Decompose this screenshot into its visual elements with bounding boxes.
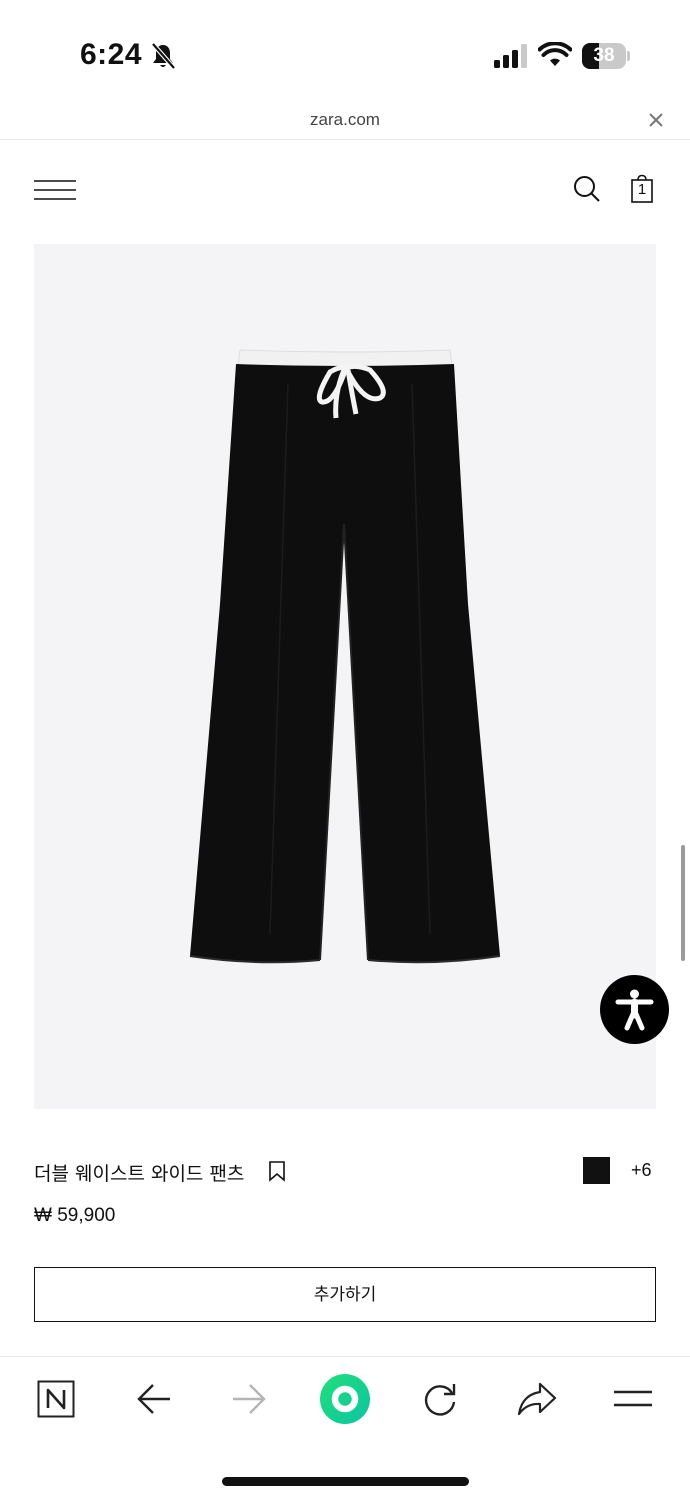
back-arrow-icon[interactable] <box>136 1382 172 1416</box>
product-name[interactable]: 더블 웨이스트 와이드 팬츠 <box>34 1159 244 1186</box>
product-photo-pants <box>189 349 501 964</box>
search-icon[interactable] <box>572 174 602 204</box>
status-bar: 6:24 38 <box>0 0 690 100</box>
close-icon[interactable] <box>646 110 666 130</box>
cellular-signal-icon <box>494 44 527 68</box>
green-home-icon[interactable] <box>320 1374 370 1424</box>
accessibility-icon <box>615 989 654 1031</box>
hamburger-menu-icon[interactable] <box>34 179 76 201</box>
reload-icon[interactable] <box>421 1380 459 1418</box>
wifi-icon <box>538 42 572 66</box>
forward-arrow-icon[interactable] <box>231 1382 267 1416</box>
battery-icon: 38 <box>582 43 630 69</box>
bookmark-icon[interactable] <box>268 1160 286 1182</box>
share-icon[interactable] <box>517 1381 557 1417</box>
url-text[interactable]: zara.com <box>0 110 690 130</box>
bell-off-icon <box>151 42 176 70</box>
more-colors-count[interactable]: +6 <box>631 1160 652 1181</box>
add-to-cart-button[interactable]: 추가하기 <box>34 1267 656 1322</box>
address-bar[interactable]: zara.com <box>0 100 690 140</box>
color-swatch[interactable] <box>583 1157 610 1184</box>
cart-count[interactable]: 1 <box>630 181 654 198</box>
battery-level: 38 <box>593 45 615 66</box>
product-image[interactable] <box>34 244 656 1109</box>
scrollbar[interactable] <box>681 845 685 961</box>
home-indicator[interactable] <box>222 1477 469 1486</box>
product-price: ₩ 59,900 <box>34 1205 116 1226</box>
status-time: 6:24 <box>80 38 143 71</box>
accessibility-button[interactable] <box>600 975 669 1044</box>
menu-icon[interactable] <box>614 1389 652 1409</box>
n-tab-icon[interactable] <box>37 1380 75 1418</box>
